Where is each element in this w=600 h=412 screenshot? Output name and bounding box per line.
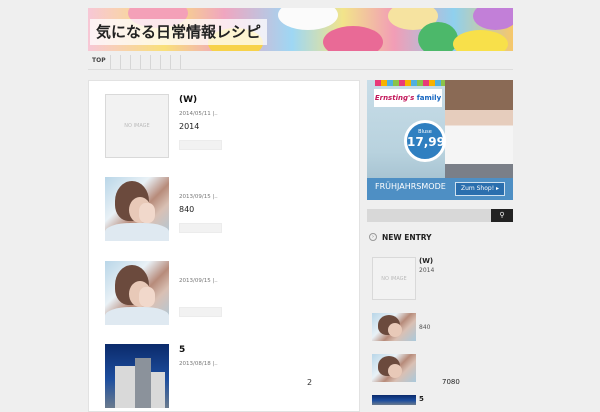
entry-item: 5 2013/08/18 |.. <box>105 344 345 410</box>
photo-shape <box>135 358 151 408</box>
sidebar-entry-meta: 840 <box>419 324 431 331</box>
new-entry-title: NEW ENTRY <box>382 233 432 242</box>
entry-thumbnail[interactable] <box>105 344 169 408</box>
pagination-number[interactable]: 2 <box>307 378 312 387</box>
chevron-right-icon: › <box>369 233 377 241</box>
entry-title[interactable]: 5 <box>179 345 185 355</box>
candy-decoration <box>453 30 508 51</box>
site-header-banner[interactable]: 気になる日常情報レシピ <box>88 8 513 51</box>
sidebar-entry[interactable]: 5 <box>372 395 512 405</box>
sidebar-entry-meta: 2014 <box>419 267 435 274</box>
new-entry-heading: › NEW ENTRY <box>367 232 513 244</box>
entry-thumbnail[interactable] <box>105 177 169 241</box>
nav-divider <box>170 55 171 69</box>
photo-shape <box>388 364 402 378</box>
sidebar-entry[interactable]: NO IMAGE (W) 2014 <box>372 257 512 301</box>
sidebar-entry-thumbnail[interactable] <box>372 395 416 405</box>
read-more-button[interactable] <box>179 223 222 233</box>
ad-brand-name: Ernsting's <box>374 94 415 102</box>
entry-item: NO IMAGE (W) 2014/05/11 |.. 2014 <box>105 94 345 160</box>
main-content: NO IMAGE (W) 2014/05/11 |.. 2014 2013/09… <box>88 80 360 412</box>
photo-shape <box>139 203 155 223</box>
ad-brand-logo: Ernsting's family <box>374 89 442 107</box>
entry-thumbnail[interactable]: NO IMAGE <box>105 94 169 158</box>
entry-thumbnail[interactable] <box>105 261 169 325</box>
candy-decoration <box>278 8 338 30</box>
ad-color-stripes <box>375 80 445 86</box>
photo-shape <box>105 307 169 325</box>
search-icon[interactable]: ⚲ <box>491 209 513 222</box>
entry-title[interactable]: (W) <box>179 95 197 105</box>
sidebar-advertisement[interactable]: Ernsting's family Bluse 17,99 FRÜHJAHRSM… <box>367 80 513 200</box>
nav-item-top[interactable]: TOP <box>92 57 106 64</box>
search-input[interactable]: ⚲ <box>367 209 513 222</box>
nav-divider <box>140 55 141 69</box>
entry-excerpt: 2014 <box>179 122 200 131</box>
candy-decoration <box>418 22 458 51</box>
sidebar-entry-title[interactable]: (W) <box>419 257 433 265</box>
nav-divider <box>110 55 111 69</box>
ad-bottom-band: FRÜHJAHRSMODE Zum Shop! ▸ <box>367 178 513 200</box>
photo-shape <box>115 366 135 408</box>
candy-decoration <box>323 26 383 51</box>
nav-divider <box>120 55 121 69</box>
entry-date: 2013/08/18 |.. <box>179 361 218 367</box>
read-more-button[interactable] <box>179 140 222 150</box>
nav-divider <box>180 55 181 69</box>
entry-item: 2013/09/15 |.. 840 <box>105 177 345 243</box>
site-title[interactable]: 気になる日常情報レシピ <box>90 19 268 45</box>
entry-item: 2013/09/15 |.. <box>105 261 345 327</box>
sidebar-entry[interactable]: 7080 <box>372 354 512 386</box>
ad-price: 17,99 <box>407 135 445 149</box>
sidebar-entry-thumbnail[interactable] <box>372 354 416 382</box>
photo-shape <box>388 323 402 337</box>
photo-shape <box>105 223 169 241</box>
entry-excerpt: 840 <box>179 205 195 214</box>
sidebar-entry-meta: 7080 <box>442 378 460 386</box>
entry-date: 2013/09/15 |.. <box>179 278 218 284</box>
nav-divider <box>150 55 151 69</box>
ad-price-badge: Bluse 17,99 <box>404 120 446 162</box>
sidebar-entry[interactable]: 840 <box>372 313 512 341</box>
main-nav: TOP <box>88 53 513 70</box>
sidebar-entry-thumbnail[interactable] <box>372 313 416 341</box>
nav-divider <box>160 55 161 69</box>
sidebar-entry-thumbnail[interactable]: NO IMAGE <box>372 257 416 300</box>
read-more-button[interactable] <box>179 307 222 317</box>
ad-shop-button[interactable]: Zum Shop! ▸ <box>455 182 505 196</box>
photo-shape <box>151 372 165 408</box>
ad-brand-word: family <box>416 94 442 102</box>
nav-divider <box>130 55 131 69</box>
ad-slogan: FRÜHJAHRSMODE <box>375 182 446 191</box>
entry-date: 2013/09/15 |.. <box>179 194 218 200</box>
candy-decoration <box>473 8 513 30</box>
entry-date: 2014/05/11 |.. <box>179 111 218 117</box>
sidebar-entry-title[interactable]: 5 <box>419 395 424 403</box>
photo-shape <box>139 287 155 307</box>
